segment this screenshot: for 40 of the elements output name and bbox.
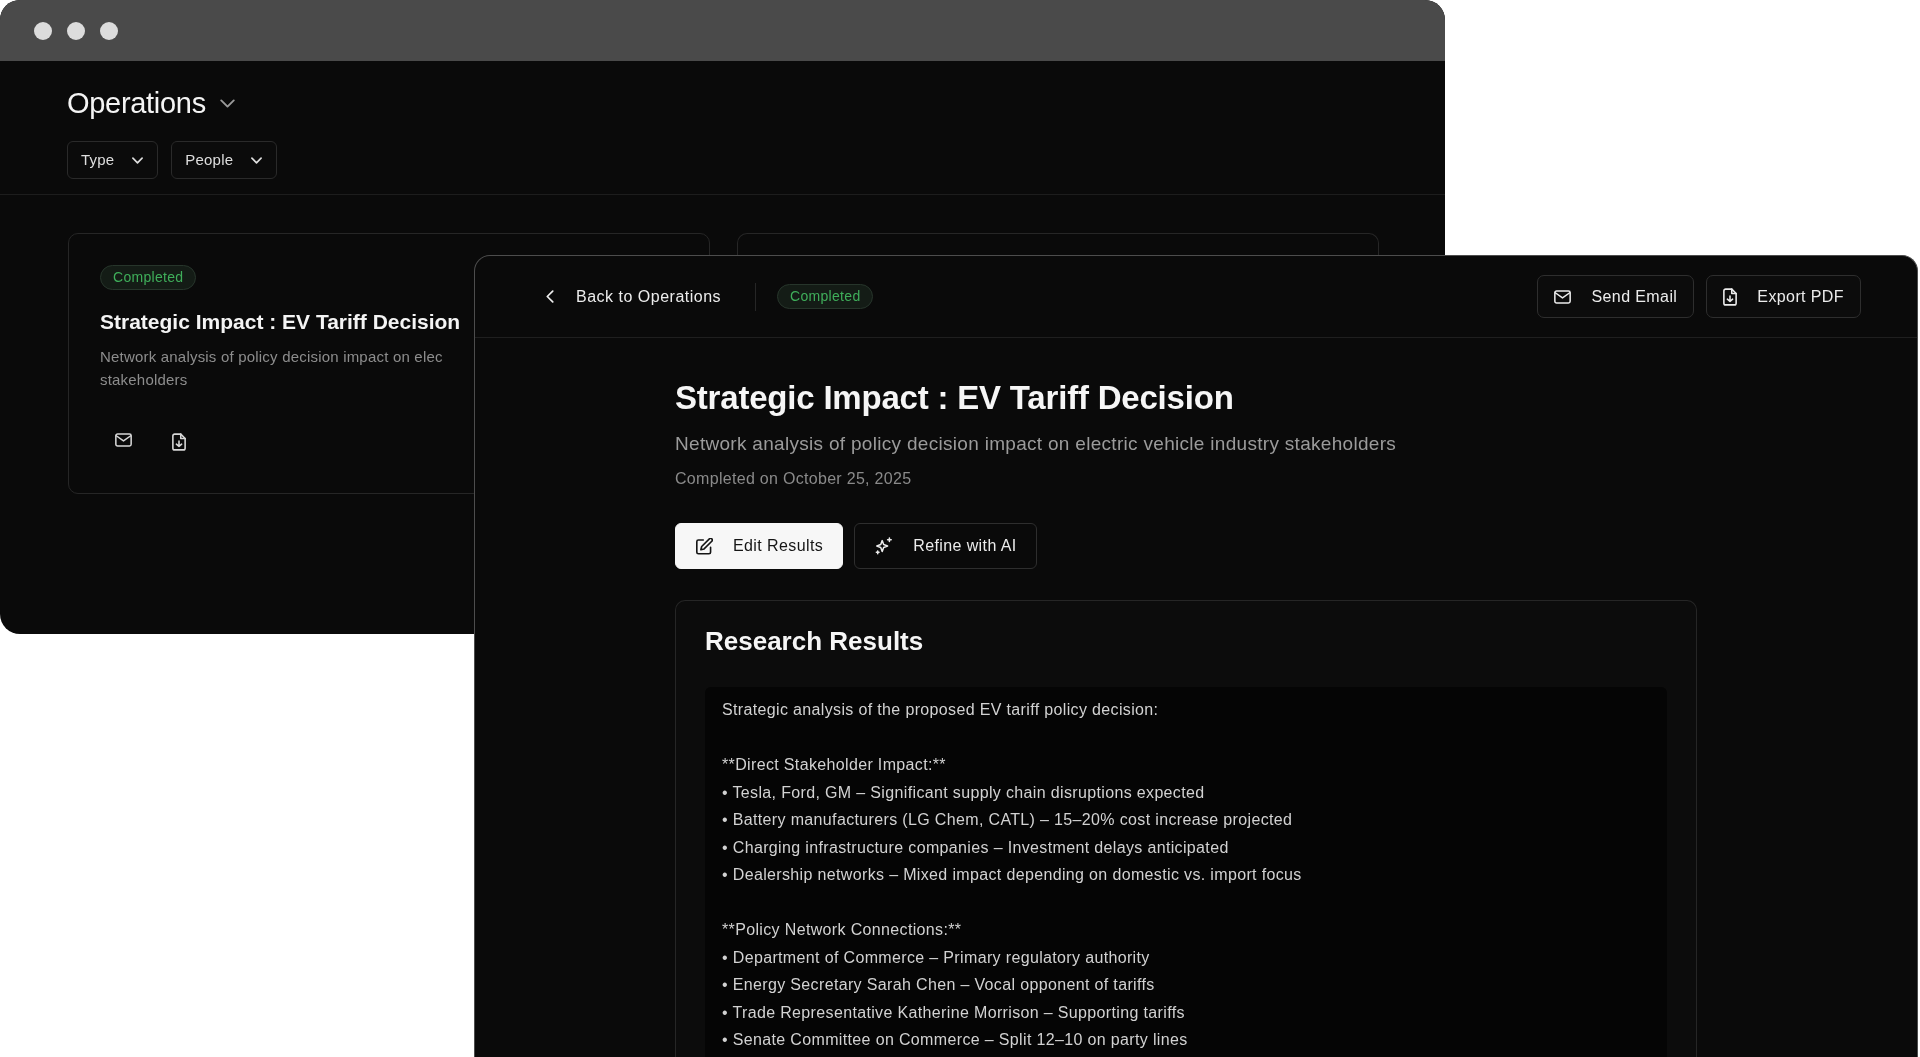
mail-icon [1554,289,1572,304]
result-line: **Policy Network Connections:** [722,920,962,940]
report-title: Strategic Impact : EV Tariff Decision [675,378,1234,418]
refine-button[interactable]: Refine with AI [854,523,1037,569]
window-dot-icon[interactable] [100,21,118,40]
sparkle-icon [875,537,894,555]
filter-dropdown[interactable]: People [171,141,278,179]
result-line: • Battery manufacturers (LG Chem, CATL) – 15–20% cost increase projected [722,810,1293,830]
window-dot-icon[interactable] [34,21,52,40]
result-line: Strategic analysis of the proposed EV tariff policy decision: [722,700,1159,720]
card-description: Network analysis of policy decision impact on elec stakeholders [100,347,443,390]
chevron-down-icon [132,156,144,164]
pencil-square-icon [696,537,713,555]
chevron-down-icon [219,99,235,108]
edit-button[interactable]: Edit Results [675,523,844,569]
export-button[interactable]: Export PDF [1706,275,1861,318]
workspace-dropdown[interactable]: Operations [67,86,235,121]
result-line: **Direct Stakeholder Impact:** [722,755,946,775]
file-download-icon [1723,287,1738,306]
result-line: • Tesla, Ford, GM – Significant supply chain disruptions expected [722,782,1205,803]
result-line: • Energy Secretary Sarah Chen – Vocal opponent of tariffs [722,975,1155,995]
filter-dropdown[interactable]: Type [67,141,159,179]
result-line: • Department of Commerce – Primary regulatory authority [722,947,1150,968]
card-title: Strategic Impact : EV Tariff Decision [100,309,461,335]
email-button[interactable]: Send Email [1537,275,1695,318]
window-dot-icon[interactable] [67,21,85,40]
report-subtitle: Network analysis of policy decision impact on electric vehicle industry stakeholders [675,432,1397,456]
status-badge: Completed [100,265,197,290]
back-button[interactable]: Back to Operations [546,284,722,309]
result-line: • Senate Committee on Commerce – Split 12–10 on party lines [722,1030,1188,1050]
result-line: • Dealership networks – Mixed impact depending on domestic vs. import focus [722,865,1302,885]
result-line: • Trade Representative Katherine Morrison – Supporting tariffs [722,1002,1185,1023]
file-download-icon[interactable] [172,433,186,451]
result-line: • Charging infrastructure companies – Investment delays anticipated [722,837,1229,858]
results-heading: Research Results [705,626,924,657]
completion-date: Completed on October 25, 2025 [675,469,912,489]
mail-icon[interactable] [115,433,132,447]
chevron-left-icon [546,290,554,303]
status-badge: Completed [777,284,874,309]
chevron-down-icon [251,156,263,164]
